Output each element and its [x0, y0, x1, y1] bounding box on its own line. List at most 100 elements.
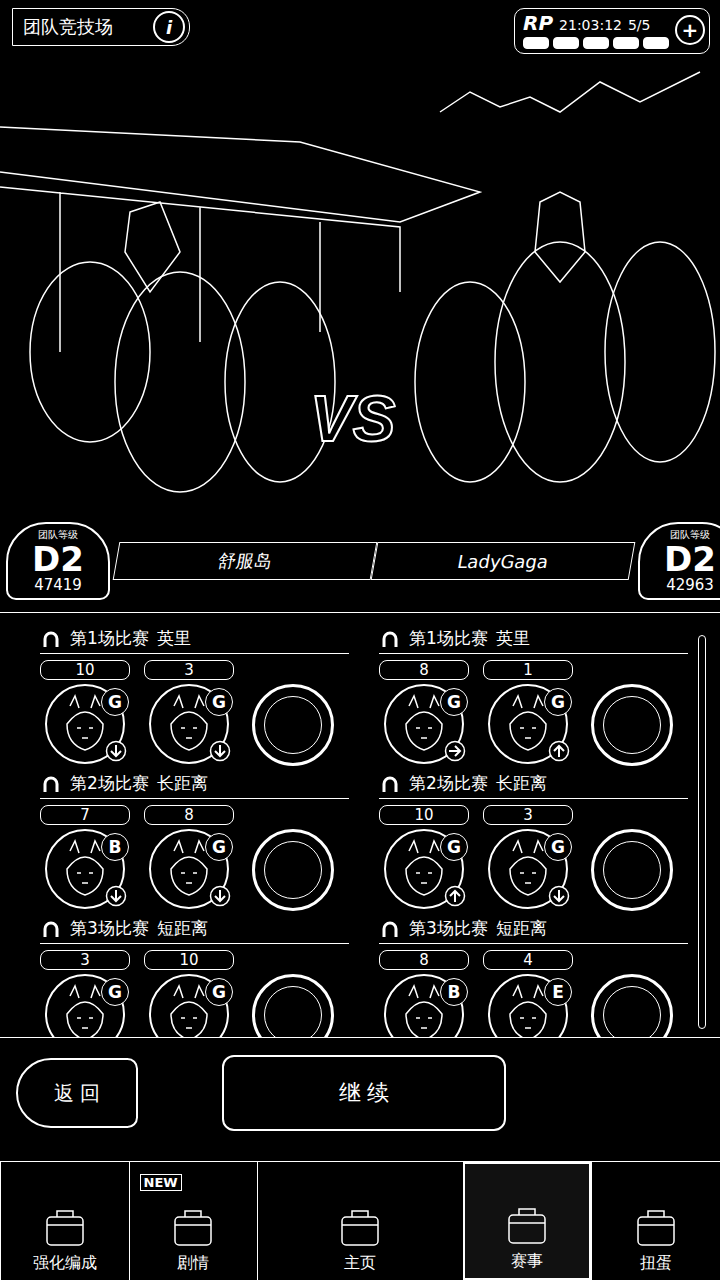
grade-badge: G: [205, 833, 233, 861]
runner-slot[interactable]: 1G: [483, 660, 573, 766]
runner-slot[interactable]: 8B: [379, 950, 469, 1038]
scrollbar[interactable]: [698, 635, 706, 1029]
trend-up-icon: [548, 740, 570, 762]
race-panel: 第1场比赛英里10G3G第2场比赛长距离7B8G第3场比赛短距离3G10G第1场…: [0, 627, 720, 1038]
runner-portrait: G: [45, 684, 125, 764]
horseshoe-icon: [379, 919, 401, 939]
info-button[interactable]: i: [153, 11, 185, 43]
runner-number: 10: [40, 660, 130, 680]
team-name: 舒服岛: [113, 542, 378, 580]
empty-slot[interactable]: [248, 950, 338, 1038]
rp-label: RP: [523, 11, 553, 35]
empty-slot[interactable]: [587, 660, 677, 766]
empty-slot[interactable]: [248, 805, 338, 911]
runner-number: 7: [40, 805, 130, 825]
nav-icon: [499, 1205, 555, 1249]
continue-button[interactable]: 继 续: [222, 1055, 506, 1131]
runner-portrait: G: [384, 829, 464, 909]
grade-badge: G: [101, 978, 129, 1006]
nav-item[interactable]: 主页: [257, 1162, 463, 1280]
runner-portrait: G: [149, 684, 229, 764]
add-rp-button[interactable]: +: [675, 15, 705, 45]
race-entry: 第1场比赛英里8G1G: [379, 627, 688, 772]
runner-number: 8: [144, 805, 234, 825]
trend-up-icon: [444, 885, 466, 907]
runner-portrait: G: [45, 974, 125, 1038]
runner-slot[interactable]: 10 G: [379, 805, 469, 911]
runner-slot[interactable]: 8G: [144, 805, 234, 911]
rank-badge: 团队等级D242963: [638, 522, 720, 600]
rp-point: [523, 37, 549, 49]
trend-down-icon: [209, 885, 231, 907]
trend-down-icon: [548, 885, 570, 907]
opponent-team: LadyGaga团队等级D242963: [374, 522, 720, 600]
empty-slot[interactable]: [587, 950, 677, 1038]
rp-box: RP 21:03:12 5/5 +: [514, 8, 710, 54]
horseshoe-icon: [379, 629, 401, 649]
runner-number: 4: [483, 950, 573, 970]
rp-point: [583, 37, 609, 49]
runner-slot[interactable]: 3G: [483, 805, 573, 911]
player-team: 团队等级D247419舒服岛: [0, 522, 374, 600]
team-race-list: 第1场比赛英里10G3G第2场比赛长距离7B8G第3场比赛短距离3G10G: [40, 627, 349, 1038]
trend-right-icon: [444, 740, 466, 762]
race-entry: 第3场比赛短距离3G10G: [40, 917, 349, 1038]
horseshoe-icon: [40, 629, 62, 649]
grade-badge: G: [440, 833, 468, 861]
team-score: 42963: [666, 576, 714, 594]
nav-item[interactable]: NEW剧情: [129, 1162, 258, 1280]
runner-portrait: B: [384, 974, 464, 1038]
runner-number: 8: [379, 950, 469, 970]
empty-slot[interactable]: [248, 660, 338, 766]
empty-slot[interactable]: [587, 805, 677, 911]
team-race-list: 第1场比赛英里8G1G第2场比赛长距离10G3G第3场比赛短距离8B4E: [379, 627, 688, 1038]
grade-badge: G: [205, 688, 233, 716]
runner-number: 10: [144, 950, 234, 970]
nav-icon: [332, 1207, 388, 1251]
horseshoe-icon: [379, 774, 401, 794]
back-button[interactable]: 返 回: [16, 1058, 138, 1128]
vs-label: VS: [310, 382, 395, 456]
trend-down-icon: [209, 740, 231, 762]
runner-portrait: G: [149, 829, 229, 909]
runner-slot[interactable]: 4E: [483, 950, 573, 1038]
rank-badge: 团队等级D247419: [6, 522, 110, 600]
runner-portrait: B: [45, 829, 125, 909]
grade-badge: E: [544, 978, 572, 1006]
runner-number: 10: [379, 805, 469, 825]
grade-badge: B: [440, 978, 468, 1006]
runner-portrait: G: [488, 684, 568, 764]
horseshoe-icon: [40, 774, 62, 794]
screen-title: 团队竞技场: [23, 15, 113, 39]
runner-slot[interactable]: 10 G: [144, 950, 234, 1038]
runner-slot[interactable]: 7B: [40, 805, 130, 911]
header: 团队竞技场 i RP 21:03:12 5/5 +: [0, 0, 720, 52]
runner-slot[interactable]: 10 G: [40, 660, 130, 766]
team-score: 47419: [34, 576, 82, 594]
versus-scene: VS 团队等级D247419舒服岛LadyGaga团队等级D242963: [0, 52, 720, 613]
nav-icon: [628, 1207, 684, 1251]
grade-badge: G: [101, 688, 129, 716]
rp-timer: 21:03:12: [559, 17, 622, 33]
nav-item[interactable]: 赛事: [463, 1162, 592, 1280]
trend-down-icon: [105, 885, 127, 907]
rp-point: [643, 37, 669, 49]
nav-item[interactable]: 强化编成: [0, 1162, 129, 1280]
nav-item[interactable]: 扭蛋: [591, 1162, 720, 1280]
runner-slot[interactable]: 3G: [144, 660, 234, 766]
runner-number: 3: [144, 660, 234, 680]
runner-portrait: G: [488, 829, 568, 909]
race-entry: 第2场比赛长距离7B8G: [40, 772, 349, 917]
runner-number: 8: [379, 660, 469, 680]
runner-slot[interactable]: 8G: [379, 660, 469, 766]
runner-portrait: E: [488, 974, 568, 1038]
team-stadium-screen: 团队竞技场 i RP 21:03:12 5/5 + VS 团队等级D247419舒服岛Lady…: [0, 0, 720, 1280]
runner-number: 3: [483, 805, 573, 825]
team-banner: 团队等级D247419舒服岛LadyGaga团队等级D242963: [0, 522, 720, 600]
grade-badge: G: [544, 688, 572, 716]
runner-number: 1: [483, 660, 573, 680]
runner-portrait: G: [149, 974, 229, 1038]
rp-count: 5/5: [628, 17, 651, 33]
trend-down-icon: [105, 740, 127, 762]
runner-slot[interactable]: 3G: [40, 950, 130, 1038]
